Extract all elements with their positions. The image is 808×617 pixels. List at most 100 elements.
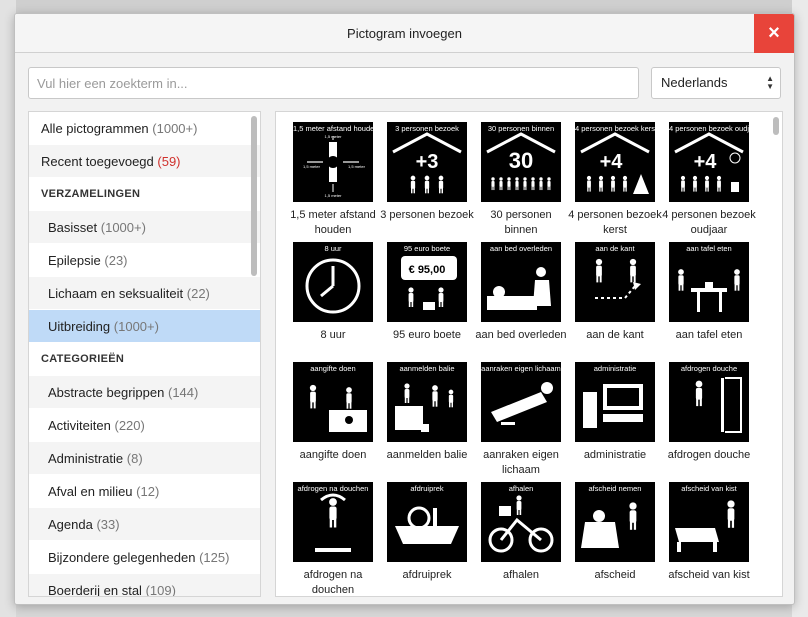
svg-text:1,5 meter: 1,5 meter <box>303 164 321 169</box>
sidebar-item-afval-en-milieu[interactable]: Afval en milieu (12) <box>29 475 260 508</box>
clock-icon: 8 uur <box>293 242 373 322</box>
pictogram-label: 4 personen bezoek kerst <box>568 209 662 236</box>
pictogram-caption: afscheid nemen <box>588 484 642 493</box>
sidebar-item-administratie[interactable]: Administratie (8) <box>29 442 260 475</box>
pictogram-caption: afdrogen na douchen <box>297 484 369 493</box>
pictogram-item[interactable]: 8 uur 8 uur <box>286 242 380 343</box>
pictogram-item[interactable]: afdrogen na douchen afdrogen na douchen <box>286 482 380 596</box>
pictogram-item[interactable]: afdrogen douche afdrogen douche <box>662 362 756 463</box>
pictogram-caption: 4 personen bezoek kerst <box>575 124 655 133</box>
category-list[interactable]: Alle pictogrammen (1000+) Recent toegevo… <box>28 111 261 597</box>
sidebar-item-count: (33) <box>96 517 120 532</box>
pictogram-label: 95 euro boete <box>393 329 461 341</box>
distance-icon: 1,5 meter 1,5 meter 1,5 meter 1,5 meter 1,5 … <box>293 122 373 202</box>
pictogram-caption: aan tafel eten <box>686 244 732 253</box>
sidebar-item-count: (1000+) <box>113 319 159 334</box>
sidebar-item-abstracte-begrippen[interactable]: Abstracte begrippen (144) <box>29 376 260 409</box>
sidebar-item-label: Activiteiten <box>48 418 111 433</box>
fine-icon: € 95,00 95 euro boete <box>387 242 467 322</box>
sidebar-item-label: Administratie <box>48 451 124 466</box>
sidebar-item-label: Abstracte begrippen <box>48 385 165 400</box>
pictogram-item[interactable]: afscheid nemen afscheid <box>568 482 662 583</box>
scrollbar-thumb[interactable] <box>773 117 779 135</box>
pictogram-label: 30 personen binnen <box>490 209 552 236</box>
sidebar-item-label: Boerderij en stal <box>48 583 142 597</box>
sidebar-item-label: Recent toegevoegd <box>41 154 154 169</box>
category-scrollbar[interactable] <box>249 113 259 596</box>
pictogram-item[interactable]: afscheid van kist afscheid van kist <box>662 482 756 583</box>
scrollbar-thumb[interactable] <box>251 116 257 276</box>
svg-text:1,5 meter: 1,5 meter <box>325 134 343 139</box>
pictogram-caption: aan de kant <box>595 244 635 253</box>
sidebar-item-count: (109) <box>145 583 176 597</box>
sidebar-item-uitbreiding[interactable]: Uitbreiding (1000+) <box>29 310 260 343</box>
svg-text:+4: +4 <box>600 151 624 173</box>
sidebar-item-boerderij-en-stal[interactable]: Boerderij en stal (109) <box>29 574 260 597</box>
sidebar-item-lichaam[interactable]: Lichaam en seksualiteit (22) <box>29 277 260 310</box>
background-band <box>0 0 808 14</box>
sidebar-item-basisset[interactable]: Basisset (1000+) <box>29 211 260 244</box>
pictogram-caption: 95 euro boete <box>403 244 451 253</box>
language-select[interactable]: Nederlands ▲ ▼ <box>651 67 781 99</box>
sidebar-item-recent[interactable]: Recent toegevoegd (59) <box>29 145 260 178</box>
pictogram-label: 4 personen bezoek oudjaar <box>662 209 756 236</box>
sidebar-item-count: (8) <box>126 451 143 466</box>
grid-scrollbar[interactable] <box>771 113 781 596</box>
pictogram-item[interactable]: +3 3 personen bezoek 3 personen bezoek <box>380 122 474 223</box>
pictogram-caption: 1,5 meter afstand houden <box>293 124 373 133</box>
search-row: Nederlands ▲▼ <box>28 67 781 99</box>
sidebar-item-agenda[interactable]: Agenda (33) <box>29 508 260 541</box>
towel-after-shower-icon: afdrogen na douchen <box>293 482 373 562</box>
pictogram-caption: afhalen <box>508 484 534 493</box>
visitors-30-icon: 30 30 personen binnen <box>481 122 561 202</box>
pictogram-grid-panel[interactable]: 1,5 meter 1,5 meter 1,5 meter 1,5 meter 1,5 … <box>275 111 783 597</box>
pictogram-label: 1,5 meter afstand houden <box>290 209 376 236</box>
pictogram-item[interactable]: aanraken eigen lichaam aanraken eigen lic… <box>474 362 568 478</box>
pictogram-item[interactable]: 30 30 personen binnen 30 personen binnen <box>474 122 568 238</box>
sidebar-item-count: (23) <box>104 253 128 268</box>
pictogram-item[interactable]: administratie administratie <box>568 362 662 463</box>
pictogram-caption: aanmelden balie <box>399 364 455 373</box>
pictogram-item[interactable]: afhalen afhalen <box>474 482 568 583</box>
pictogram-label: 8 uur <box>320 329 346 341</box>
sidebar-item-count: (59) <box>157 154 181 169</box>
pictogram-item[interactable]: +4 4 personen bezoek kerst 4 personen bezo… <box>568 122 662 238</box>
pictogram-item[interactable]: aanmelden balie aanmelden balie <box>380 362 474 463</box>
pictogram-item[interactable]: aan bed overleden aan bed overleden <box>474 242 568 343</box>
sidebar-item-epilepsie[interactable]: Epilepsie (23) <box>29 244 260 277</box>
pictogram-caption: afdrogen douche <box>680 364 738 373</box>
delivery-bike-icon: afhalen <box>481 482 561 562</box>
pictogram-label: aan bed overleden <box>475 329 567 341</box>
sidebar-item-bijzondere-gelegenheden[interactable]: Bijzondere gelegenheden (125) <box>29 541 260 574</box>
svg-text:+3: +3 <box>416 151 439 173</box>
sidebar-item-count: (22) <box>186 286 210 301</box>
reception-desk-icon: aanmelden balie <box>387 362 467 442</box>
administration-icon: administratie <box>575 362 655 442</box>
close-button[interactable]: × <box>754 14 794 53</box>
pictogram-item[interactable]: aan de kant aan de kant <box>568 242 662 343</box>
police-report-icon: aangifte doen <box>293 362 373 442</box>
pictogram-caption: 8 uur <box>324 244 342 253</box>
close-icon: × <box>768 22 780 44</box>
pictogram-item[interactable]: afdruiprek afdruiprek <box>380 482 474 583</box>
categories-heading: CATEGORIEËN <box>41 353 125 365</box>
pictogram-item[interactable]: € 95,00 95 euro boete 95 euro boete <box>380 242 474 343</box>
visitors-newyear-icon: +4 4 personen bezoek oudjaar <box>669 122 749 202</box>
sidebar-item-count: (125) <box>199 550 230 565</box>
towel-shower-icon: afdrogen douche <box>669 362 749 442</box>
pictogram-item[interactable]: aan tafel eten aan tafel eten <box>662 242 756 343</box>
pictogram-caption: aan bed overleden <box>489 244 553 253</box>
pictogram-label: afscheid <box>594 569 636 581</box>
sidebar-item-all[interactable]: Alle pictogrammen (1000+) <box>29 112 260 145</box>
step-aside-icon: aan de kant <box>575 242 655 322</box>
pictogram-item[interactable]: +4 4 personen bezoek oudjaar 4 personen be… <box>662 122 756 238</box>
pictogram-item[interactable]: aangifte doen aangifte doen <box>286 362 380 463</box>
sidebar-item-activiteiten[interactable]: Activiteiten (220) <box>29 409 260 442</box>
pictogram-label: afdrogen douche <box>667 449 751 461</box>
collections-heading: VERZAMELINGEN <box>41 188 141 200</box>
pictogram-dialog: Pictogram invoegen × Nederlands ▲▼ Alle … <box>14 13 795 605</box>
pictogram-item[interactable]: 1,5 meter 1,5 meter 1,5 meter 1,5 meter 1,5 … <box>286 122 380 238</box>
select-arrows-icon: ▲ ▼ <box>766 74 774 91</box>
pictogram-caption: 4 personen bezoek oudjaar <box>669 124 749 133</box>
search-input[interactable] <box>28 67 639 99</box>
